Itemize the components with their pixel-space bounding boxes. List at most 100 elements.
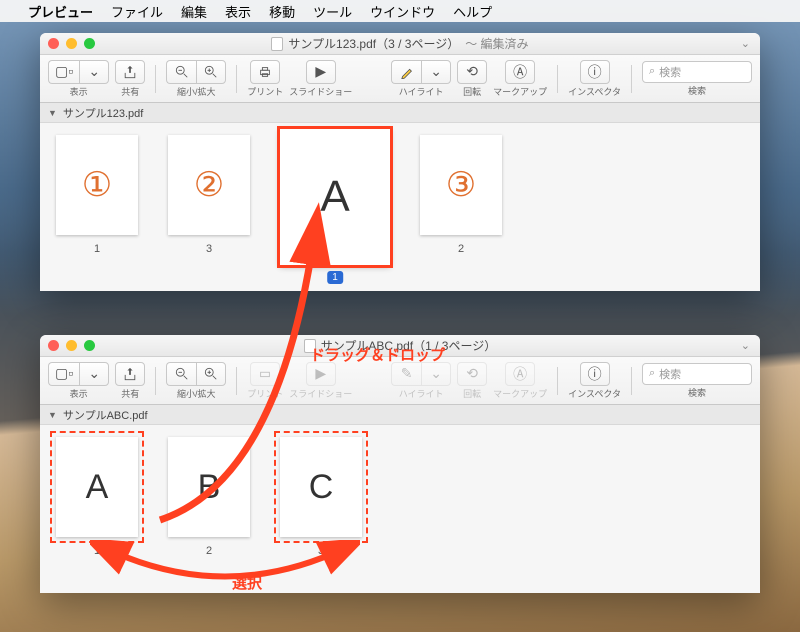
markup-label: マークアップ (493, 85, 547, 98)
page-number: 1 (94, 545, 100, 557)
markup-label: マークアップ (493, 387, 547, 400)
search-field[interactable]: ⌕ 検索 (642, 363, 752, 385)
thumb-c[interactable]: C 3 (280, 437, 362, 557)
print-label: プリント (247, 387, 283, 400)
page-thumbnail[interactable]: C (280, 437, 362, 537)
view-label: 表示 (70, 387, 88, 400)
view-dropdown[interactable]: ⌄ (79, 60, 109, 84)
page-thumbnail-dragging[interactable]: A (280, 129, 390, 265)
page-number: 3 (318, 545, 324, 557)
menu-window[interactable]: ウインドウ (370, 2, 435, 21)
page-number: 2 (206, 545, 212, 557)
search-field[interactable]: ⌕ 検索 (642, 61, 752, 83)
page-thumbnail[interactable]: ② (168, 135, 250, 235)
menu-help[interactable]: ヘルプ (453, 2, 492, 21)
view-dropdown[interactable]: ⌄ (79, 362, 109, 386)
disclosure-triangle-icon[interactable]: ▼ (48, 108, 57, 118)
inspector-label: インスペクタ (568, 387, 621, 400)
thumb-a[interactable]: A 1 (56, 437, 138, 557)
highlight-label: ハイライト (399, 85, 444, 98)
thumbnail-area: A 1 B 2 C 3 (40, 425, 760, 593)
chevron-down-icon[interactable]: ⌄ (741, 339, 750, 352)
app-menu[interactable]: プレビュー (28, 2, 93, 21)
page-number: 3 (206, 243, 212, 255)
preview-window-2: サンプルABC.pdf（1 / 3ページ） ⌄ ▢▫ ⌄ 表示 共有 縮小/拡大… (40, 335, 760, 593)
slideshow-button[interactable]: ▶ (306, 60, 336, 84)
search-placeholder: 検索 (659, 64, 681, 80)
menu-file[interactable]: ファイル (111, 2, 163, 21)
view-mode-button[interactable]: ▢▫ (48, 362, 79, 386)
disclosure-triangle-icon[interactable]: ▼ (48, 410, 57, 420)
zoom-out-button[interactable] (166, 60, 196, 84)
highlight-button[interactable] (391, 60, 421, 84)
minimize-button[interactable] (66, 340, 77, 351)
sidebar-title: サンプルABC.pdf (63, 407, 148, 423)
maximize-button[interactable] (84, 38, 95, 49)
zoom-label: 縮小/拡大 (177, 85, 216, 98)
menu-tools[interactable]: ツール (313, 2, 352, 21)
annotation-drag-drop: ドラッグ＆ドロップ (310, 344, 445, 365)
view-mode-button[interactable]: ▢▫ (48, 60, 79, 84)
minimize-button[interactable] (66, 38, 77, 49)
close-button[interactable] (48, 340, 59, 351)
page-number: 1 (94, 243, 100, 255)
share-button[interactable] (115, 362, 145, 386)
print-button[interactable] (250, 362, 280, 386)
zoom-in-button[interactable] (196, 362, 226, 386)
sidebar-header[interactable]: ▼ サンプル123.pdf (40, 103, 760, 123)
inspector-button[interactable]: ⓘ (580, 60, 610, 84)
share-label: 共有 (121, 85, 139, 98)
rotate-label: 回転 (463, 387, 481, 400)
toolbar: ▢▫ ⌄ 表示 共有 縮小/拡大 プリント ▶ スライドショー ⌄ ハイライト … (40, 55, 760, 103)
menu-view[interactable]: 表示 (225, 2, 251, 21)
thumbnail-area: ① 1 ② 3 A 1 ③ 2 (40, 123, 760, 291)
markup-button[interactable]: Ⓐ (505, 362, 535, 386)
titlebar[interactable]: サンプル123.pdf（3 / 3ページ） 〜 編集済み ⌄ (40, 33, 760, 55)
print-button[interactable] (250, 60, 280, 84)
menubar: プレビュー ファイル 編集 表示 移動 ツール ウインドウ ヘルプ (0, 0, 800, 22)
share-label: 共有 (121, 387, 139, 400)
highlight-dropdown[interactable]: ⌄ (421, 60, 451, 84)
rotate-label: 回転 (463, 85, 481, 98)
markup-button[interactable]: Ⓐ (505, 60, 535, 84)
page-thumbnail[interactable]: A (56, 437, 138, 537)
thumb-1[interactable]: ① 1 (56, 135, 138, 255)
thumb-drop-target[interactable]: A 1 (280, 129, 390, 265)
search-placeholder: 検索 (659, 366, 681, 382)
maximize-button[interactable] (84, 340, 95, 351)
slideshow-label: スライドショー (289, 85, 352, 98)
share-button[interactable] (115, 60, 145, 84)
page-thumbnail[interactable]: B (168, 437, 250, 537)
page-thumbnail[interactable]: ③ (420, 135, 502, 235)
traffic-lights (48, 38, 95, 49)
window-title: サンプル123.pdf（3 / 3ページ） 〜 編集済み (271, 35, 528, 52)
thumb-2[interactable]: ② 3 (168, 135, 250, 255)
close-button[interactable] (48, 38, 59, 49)
menu-go[interactable]: 移動 (269, 2, 295, 21)
chevron-down-icon[interactable]: ⌄ (741, 37, 750, 50)
slideshow-button[interactable]: ▶ (306, 362, 336, 386)
document-icon (271, 37, 283, 51)
page-thumbnail[interactable]: ① (56, 135, 138, 235)
highlight-dropdown[interactable]: ⌄ (421, 362, 451, 386)
preview-window-1: サンプル123.pdf（3 / 3ページ） 〜 編集済み ⌄ ▢▫ ⌄ 表示 共… (40, 33, 760, 291)
zoom-in-button[interactable] (196, 60, 226, 84)
sidebar-header[interactable]: ▼ サンプルABC.pdf (40, 405, 760, 425)
search-icon: ⌕ (649, 367, 655, 380)
zoom-out-button[interactable] (166, 362, 196, 386)
inspector-button[interactable]: ⓘ (580, 362, 610, 386)
search-label: 検索 (688, 84, 706, 97)
rotate-button[interactable]: ⟲ (457, 60, 487, 84)
highlight-button[interactable]: ✎ (391, 362, 421, 386)
view-label: 表示 (70, 85, 88, 98)
traffic-lights (48, 340, 95, 351)
thumb-b[interactable]: B 2 (168, 437, 250, 557)
highlight-label: ハイライト (399, 387, 444, 400)
inspector-label: インスペクタ (568, 85, 621, 98)
thumb-3[interactable]: ③ 2 (420, 135, 502, 255)
drag-badge: 1 (327, 271, 343, 284)
search-icon: ⌕ (649, 65, 655, 78)
menu-edit[interactable]: 編集 (181, 2, 207, 21)
rotate-button[interactable]: ⟲ (457, 362, 487, 386)
page-number: 2 (458, 243, 464, 255)
